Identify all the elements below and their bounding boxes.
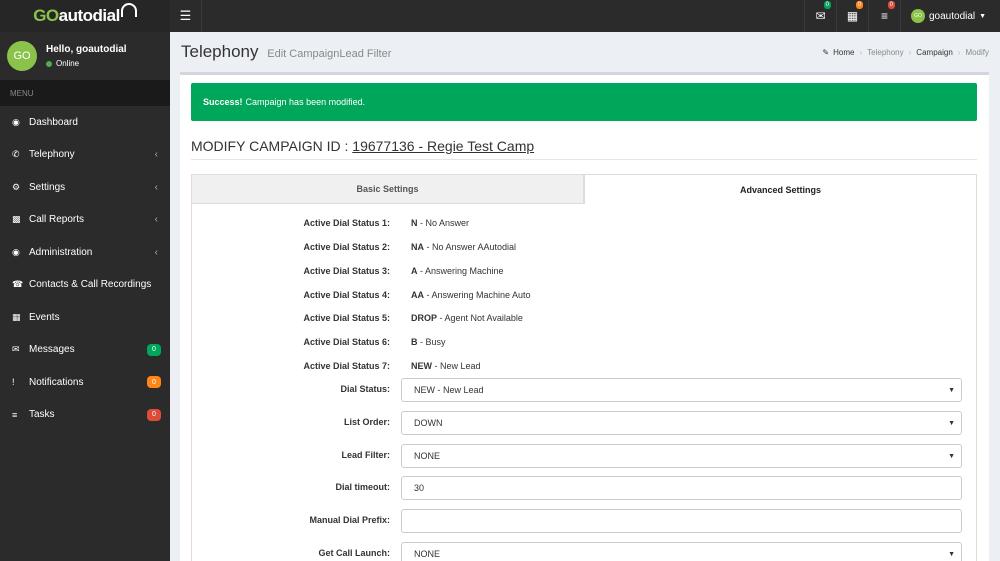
exclamation-icon: !: [12, 377, 15, 388]
list-order-select[interactable]: DOWN ▼: [401, 411, 962, 435]
tasks-nav-button[interactable]: ≡ 0: [868, 0, 900, 32]
top-navbar: GOautodial ☰ ✉ 0 ▦ 0 ≡ 0 GO goautodial ▼: [0, 0, 1000, 32]
status-row: Active Dial Status 3: A - Answering Mach…: [303, 266, 504, 276]
main-content: Telephony Edit CampaignLead Filter ✎ Hom…: [170, 32, 1000, 561]
content-box: Success! Campaign has been modified. MOD…: [180, 72, 989, 561]
status-row: Active Dial Status 2: NA - No Answer AAu…: [303, 242, 517, 252]
user-greeting: Hello, goautodial: [46, 44, 127, 55]
online-dot-icon: [46, 60, 52, 67]
phone-icon: ✆: [12, 149, 20, 160]
dropdown-arrow-icon: ▼: [948, 452, 955, 460]
breadcrumb-campaign[interactable]: Campaign: [916, 48, 952, 57]
sidebar-item-notifications[interactable]: ! Notifications 0: [0, 366, 170, 399]
status-row: Active Dial Status 7: NEW - New Lead: [303, 361, 481, 371]
breadcrumb-telephony[interactable]: Telephony: [867, 48, 903, 57]
user-menu-name: goautodial: [929, 10, 976, 22]
status-row: Active Dial Status 1: N - No Answer: [303, 218, 470, 228]
messages-count-badge: 0: [823, 1, 831, 9]
envelope-icon: ✉: [12, 344, 20, 355]
tasks-badge: 0: [147, 408, 161, 421]
calendar-icon: ▦: [846, 9, 859, 23]
hamburger-icon: ☰: [179, 8, 192, 23]
sidebar-item-events[interactable]: ▦ Events: [0, 301, 170, 334]
dashboard-gauge-icon: ◉: [12, 246, 20, 257]
page-title: Telephony Edit CampaignLead Filter: [181, 42, 392, 61]
sidebar-item-contacts-recordings[interactable]: ☎ Contacts & Call Recordings: [0, 269, 170, 302]
avatar: GO: [7, 41, 37, 71]
gear-icon: ⚙: [12, 181, 21, 192]
dial-timeout-input[interactable]: 30: [401, 476, 962, 500]
chevron-left-icon: ‹: [154, 246, 158, 258]
tasks-icon: ≡: [880, 9, 888, 23]
breadcrumb: ✎ Home › Telephony › Campaign › Modify: [822, 48, 989, 57]
success-alert: Success! Campaign has been modified.: [191, 83, 977, 121]
tab-basic-settings[interactable]: Basic Settings: [191, 174, 584, 204]
status-row: Active Dial Status 4: AA - Answering Mac…: [303, 290, 531, 300]
sidebar-item-telephony[interactable]: ✆ Telephony ‹: [0, 139, 170, 172]
manual-dial-prefix-input[interactable]: [401, 509, 962, 533]
tab-advanced-settings[interactable]: Advanced Settings: [584, 174, 977, 204]
dropdown-arrow-icon: ▼: [948, 550, 955, 558]
sidebar-item-settings[interactable]: ⚙ Settings ‹: [0, 171, 170, 204]
status-row: Active Dial Status 5: DROP - Agent Not A…: [303, 313, 523, 323]
caret-down-icon: ▼: [979, 12, 987, 20]
tasks-icon: ≡: [12, 409, 18, 420]
envelope-icon: ✉: [815, 9, 826, 23]
page-subtitle: Edit CampaignLead Filter: [267, 48, 392, 60]
campaign-heading: MODIFY CAMPAIGN ID : 19677136 - Regie Te…: [191, 138, 977, 160]
sidebar-item-administration[interactable]: ◉ Administration ‹: [0, 236, 170, 269]
user-avatar-small: GO: [911, 9, 925, 23]
user-menu-dropdown[interactable]: GO goautodial ▼: [900, 0, 1000, 32]
list-order-label: List Order:: [343, 417, 390, 427]
settings-tabs: Basic Settings Advanced Settings: [191, 174, 977, 204]
sidebar-item-messages[interactable]: ✉ Messages 0: [0, 334, 170, 367]
sidebar-item-dashboard[interactable]: ◉ Dashboard: [0, 106, 170, 139]
brand-logo[interactable]: GOautodial: [0, 0, 170, 32]
headset-icon: [120, 3, 137, 17]
breadcrumb-home[interactable]: Home: [833, 48, 854, 57]
status-row: Active Dial Status 6: B - Busy: [303, 337, 446, 347]
lead-filter-select[interactable]: NONE ▼: [401, 444, 962, 468]
messages-nav-button[interactable]: ✉ 0: [804, 0, 836, 32]
calendar-nav-button[interactable]: ▦ 0: [836, 0, 868, 32]
calendar-count-badge: 0: [855, 1, 863, 9]
navbar-right: ✉ 0 ▦ 0 ≡ 0 GO goautodial ▼: [804, 0, 1000, 32]
get-call-launch-select[interactable]: NONE ▼: [401, 542, 962, 561]
dial-status-label: Dial Status:: [340, 384, 390, 394]
bar-chart-icon: ▩: [12, 214, 21, 225]
dropdown-arrow-icon: ▼: [948, 419, 955, 427]
chevron-left-icon: ‹: [154, 214, 158, 226]
sidebar: GO Hello, goautodial Online MENU ◉ Dashb…: [0, 32, 170, 561]
lead-filter-label: Lead Filter:: [341, 450, 390, 460]
messages-badge: 0: [147, 343, 161, 356]
dashboard-icon: ◉: [12, 116, 20, 127]
logo-text: GOautodial: [33, 6, 120, 25]
dial-timeout-label: Dial timeout:: [335, 482, 390, 492]
dial-status-select[interactable]: NEW - New Lead ▼: [401, 378, 962, 402]
dropdown-arrow-icon: ▼: [948, 386, 955, 394]
user-panel: GO Hello, goautodial Online: [0, 32, 170, 80]
chevron-left-icon: ‹: [154, 149, 158, 161]
notifications-badge: 0: [147, 376, 161, 389]
sidebar-item-tasks[interactable]: ≡ Tasks 0: [0, 399, 170, 432]
sidebar-toggle-button[interactable]: ☰: [170, 0, 202, 32]
manual-dial-prefix-label: Manual Dial Prefix:: [309, 515, 390, 525]
edit-icon: ✎: [822, 48, 830, 57]
calendar-icon: ▦: [12, 311, 21, 322]
breadcrumb-modify: Modify: [965, 48, 989, 57]
sidebar-item-call-reports[interactable]: ▩ Call Reports ‹: [0, 204, 170, 237]
chevron-left-icon: ‹: [154, 181, 158, 193]
page-header: Telephony Edit CampaignLead Filter ✎ Hom…: [170, 32, 1000, 72]
get-call-launch-label: Get Call Launch:: [318, 548, 390, 558]
menu-header: MENU: [0, 80, 170, 106]
phone-square-icon: ☎: [12, 279, 24, 290]
tasks-count-badge: 0: [887, 1, 895, 9]
user-status: Online: [46, 59, 127, 68]
campaign-id-link[interactable]: 19677136 - Regie Test Camp: [352, 138, 534, 154]
advanced-settings-panel: Active Dial Status 1: N - No Answer Acti…: [191, 204, 977, 561]
